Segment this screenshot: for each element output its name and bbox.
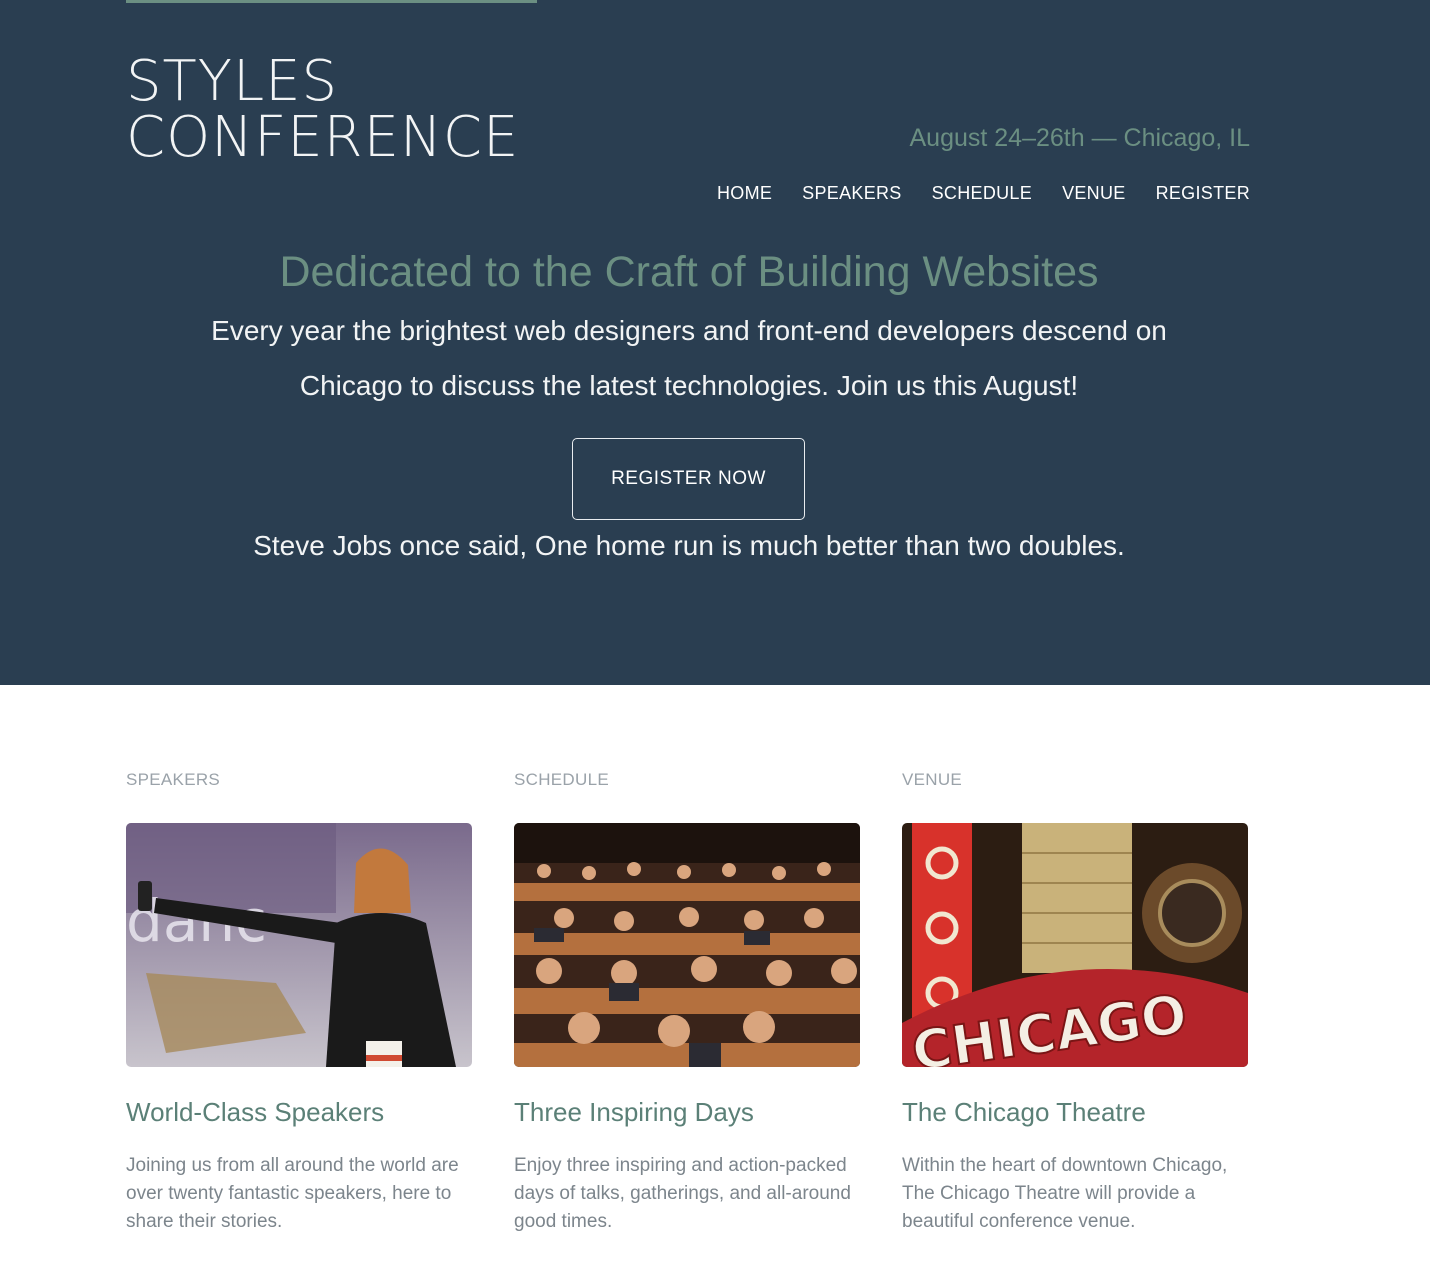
hero-quote: Steve Jobs once said, One home run is mu… — [253, 530, 1125, 561]
nav-home[interactable]: HOME — [717, 183, 772, 204]
nav-schedule[interactable]: SCHEDULE — [932, 183, 1032, 204]
hero-intro: Every year the brightest web designers a… — [211, 315, 1167, 401]
hero-banner: STYLES CONFERENCE August 24–26th — Chica… — [0, 0, 1430, 685]
schedule-label: SCHEDULE — [514, 770, 609, 789]
venue-text: Within the heart of downtown Chicago, Th… — [902, 1155, 1228, 1232]
speakers-text: Joining us from all around the world are… — [126, 1155, 459, 1232]
register-now-button[interactable]: REGISTER NOW — [572, 438, 805, 520]
main-nav: HOME SPEAKERS SCHEDULE VENUE REGISTER — [717, 183, 1250, 204]
venue-label: VENUE — [902, 770, 963, 789]
nav-register[interactable]: REGISTER — [1156, 183, 1250, 204]
speakers-column: SPEAKERS danc World-Class Speakers Joini… — [126, 770, 472, 1236]
speakers-title[interactable]: World-Class Speakers — [126, 1097, 472, 1128]
event-date: August 24–26th — Chicago, IL — [909, 124, 1250, 152]
nav-venue[interactable]: VENUE — [1062, 183, 1126, 204]
schedule-column: SCHEDULE Three Inspiring Days Enjoy thre… — [514, 770, 860, 1236]
schedule-title[interactable]: Three Inspiring Days — [514, 1097, 860, 1128]
venue-column: VENUE CHICAGO The Chicago Theatre Within… — [902, 770, 1248, 1236]
hero-tagline: Dedicated to the Craft of Building Websi… — [279, 248, 1099, 296]
nav-speakers[interactable]: SPEAKERS — [802, 183, 901, 204]
site-logo[interactable]: STYLES CONFERENCE — [126, 54, 519, 166]
speaker-photo[interactable]: danc — [126, 823, 472, 1067]
feature-columns: SPEAKERS danc World-Class Speakers Joini… — [126, 770, 1248, 1236]
top-accent-rule — [126, 0, 537, 3]
venue-title[interactable]: The Chicago Theatre — [902, 1097, 1248, 1128]
audience-photo[interactable] — [514, 823, 860, 1067]
logo-line-2: CONFERENCE — [126, 105, 520, 170]
schedule-text: Enjoy three inspiring and action-packed … — [514, 1155, 851, 1232]
logo-line-1: STYLES — [126, 49, 339, 114]
venue-photo[interactable]: CHICAGO — [902, 823, 1248, 1067]
speakers-label: SPEAKERS — [126, 770, 221, 789]
